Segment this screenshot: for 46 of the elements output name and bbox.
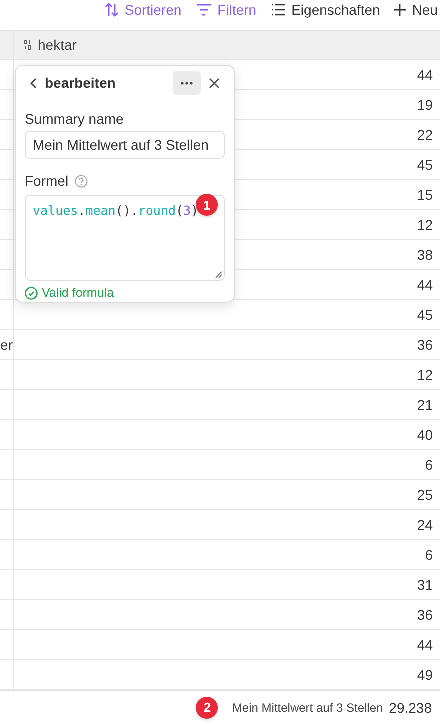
field-label: Summary name bbox=[25, 111, 124, 127]
table-cell: 6 bbox=[425, 456, 433, 472]
table-cell: 45 bbox=[417, 306, 433, 322]
popover-title: bearbeiten bbox=[45, 75, 117, 91]
table-cell: er bbox=[0, 336, 13, 352]
table-cell: 25 bbox=[417, 486, 433, 502]
properties-button[interactable]: Eigenschaften bbox=[270, 0, 380, 20]
new-button[interactable]: Neu bbox=[394, 0, 438, 20]
number-icon bbox=[24, 40, 32, 50]
table-cell: 38 bbox=[417, 246, 433, 262]
table-cell: 36 bbox=[417, 606, 433, 622]
summary-value: 29.238 bbox=[389, 700, 432, 716]
annotation-badge: 1 bbox=[196, 194, 218, 216]
chevron-left-icon bbox=[30, 78, 36, 88]
table-cell: 44 bbox=[417, 636, 433, 652]
table-cell: 12 bbox=[417, 366, 433, 382]
annotation-badge: 2 bbox=[196, 696, 218, 718]
table-cell: 22 bbox=[417, 126, 433, 142]
table-cell: 45 bbox=[417, 156, 433, 172]
validation-message: Valid formula bbox=[42, 286, 114, 300]
sort-button[interactable]: Sortieren bbox=[104, 0, 182, 20]
help-icon bbox=[74, 174, 88, 188]
table-cell: 19 bbox=[417, 96, 433, 112]
list-icon bbox=[270, 4, 286, 16]
more-icon bbox=[181, 82, 193, 84]
table-cell: 24 bbox=[417, 516, 433, 532]
table-cell: 40 bbox=[417, 426, 433, 442]
table-cell: 6 bbox=[425, 546, 433, 562]
filter-icon bbox=[196, 4, 212, 16]
sort-icon bbox=[104, 3, 119, 17]
table-cell: 44 bbox=[417, 276, 433, 292]
name-input-field[interactable]: Mein Mittelwert auf 3 Stellen bbox=[25, 131, 225, 159]
table-cell: 49 bbox=[417, 666, 433, 682]
close-icon bbox=[208, 78, 220, 88]
field-label: Formel bbox=[25, 173, 69, 189]
table-cell: 15 bbox=[417, 186, 433, 202]
table-cell: 44 bbox=[417, 66, 433, 82]
check-circle-icon bbox=[25, 286, 38, 300]
plus-icon bbox=[394, 4, 406, 16]
table-cell: 21 bbox=[417, 396, 433, 412]
table-cell: 31 bbox=[417, 576, 433, 592]
table-cell: 36 bbox=[417, 336, 433, 352]
summary-label: Mein Mittelwert auf 3 Stellen bbox=[232, 700, 384, 714]
table-cell: 12 bbox=[417, 216, 433, 232]
resize-grip-icon bbox=[215, 271, 222, 278]
filter-button[interactable]: Filtern bbox=[196, 0, 257, 20]
